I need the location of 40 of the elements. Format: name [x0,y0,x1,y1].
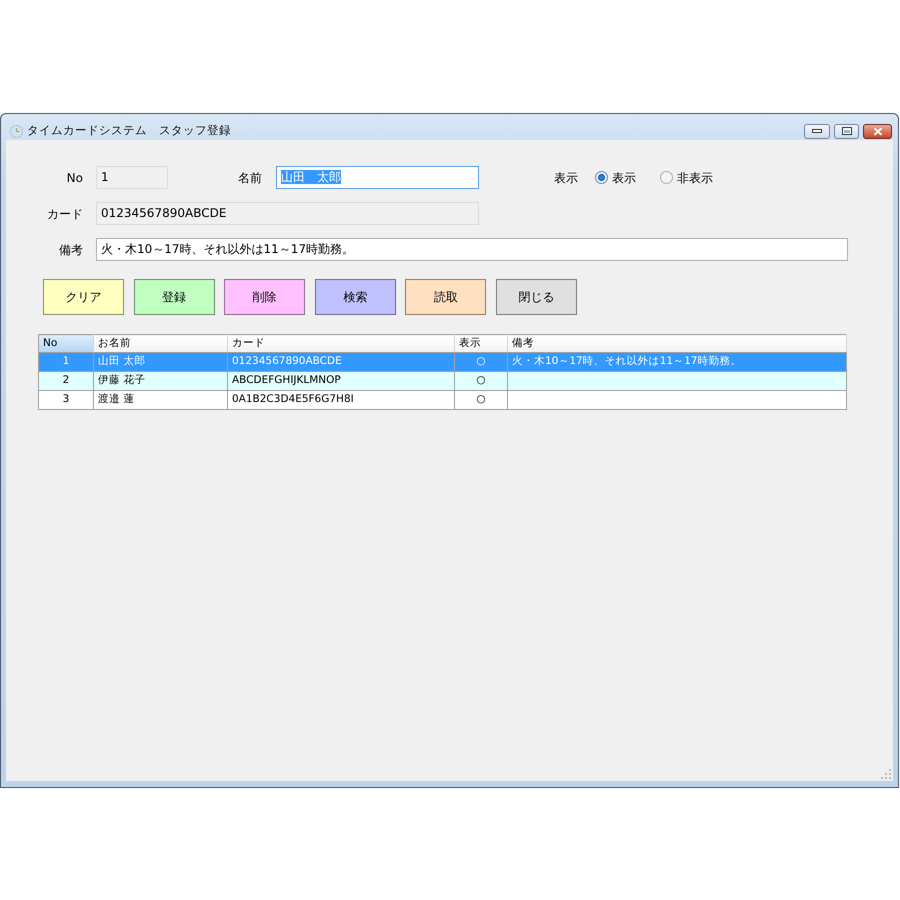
column-header[interactable]: お名前 [94,334,228,352]
table-row[interactable]: 2 伊藤 花子 ABCDEFGHIJKLMNOP ○ [38,372,846,390]
table-cell: ○ [454,372,508,390]
close-icon [872,126,882,136]
table-cell: 0A1B2C3D4E5F6G7H8I [228,390,454,410]
table-cell: 2 [38,372,94,390]
column-header[interactable]: No [38,334,94,352]
field-label: 備考 [59,242,83,258]
maximize-icon [842,127,852,135]
table-cell: 3 [38,390,94,410]
close-button[interactable] [863,124,892,138]
resize-grip-icon[interactable] [881,769,891,779]
table-cell: ○ [454,390,508,410]
minimize-icon [812,129,822,133]
table-cell: ABCDEFGHIJKLMNOP [228,372,454,390]
table-row[interactable]: 3 渡邉 蓮 0A1B2C3D4E5F6G7H8I ○ [38,390,846,410]
action-button[interactable]: 削除 [224,279,306,315]
table-cell: 伊藤 花子 [94,372,228,390]
radio-option[interactable]: 非表示 [660,168,713,186]
text-field[interactable]: 1 [96,166,168,189]
action-button[interactable]: 読取 [405,279,486,315]
column-header[interactable]: カード [228,334,454,352]
table-cell: 渡邉 蓮 [94,390,228,410]
action-button[interactable]: 閉じる [496,279,577,315]
minimize-button[interactable] [804,124,830,138]
field-label: カード [47,206,83,222]
text-field[interactable]: 01234567890ABCDE [96,202,479,225]
maximize-button[interactable] [834,124,859,138]
window-title: タイムカードシステム スタッフ登録 [27,122,231,140]
column-header[interactable]: 表示 [454,334,508,352]
field-label: 表示 [554,170,578,186]
action-button[interactable]: 検索 [314,279,396,315]
action-button[interactable]: 登録 [134,279,215,315]
field-label: 名前 [238,170,262,186]
radio-option[interactable]: 表示 [595,168,636,186]
clock-icon [10,124,23,138]
column-header[interactable]: 備考 [508,334,846,352]
action-button[interactable]: クリア [43,279,124,315]
text-field[interactable]: 火・木10～17時、それ以外は11～17時勤務。 [96,238,848,261]
field-label: No [66,170,83,186]
